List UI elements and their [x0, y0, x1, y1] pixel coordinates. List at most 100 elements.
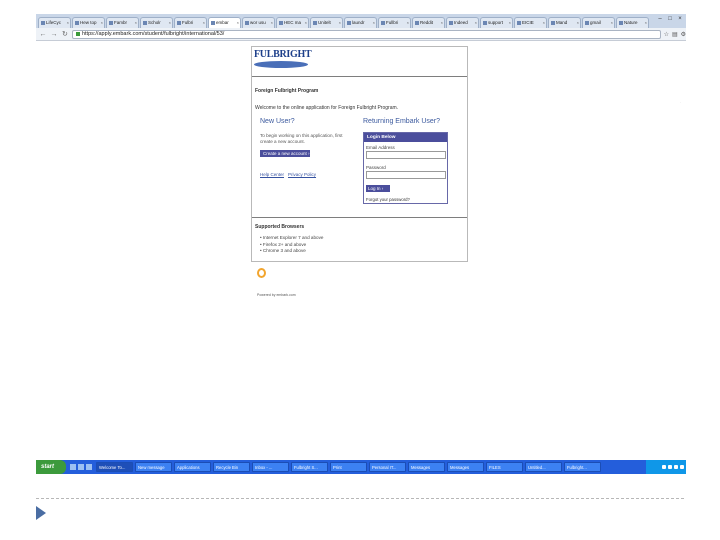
- page-content: FULBRIGHT Foreign Fulbright Program Welc…: [36, 42, 686, 460]
- browser-tab[interactable]: support ×: [480, 17, 513, 28]
- tab-label: HEC ma: [284, 20, 302, 25]
- divider: [252, 76, 467, 77]
- close-tab-icon[interactable]: ×: [441, 18, 444, 28]
- browser-tab[interactable]: laundr ×: [344, 17, 377, 28]
- reload-icon[interactable]: ↻: [61, 30, 69, 38]
- close-tab-icon[interactable]: ×: [645, 18, 648, 28]
- tab-label: support: [488, 20, 504, 25]
- logo-text: FULBRIGHT: [254, 49, 312, 60]
- tray-icon[interactable]: [662, 465, 666, 469]
- forward-icon[interactable]: →: [50, 31, 58, 38]
- browser-tab[interactable]: Fambr ×: [106, 17, 139, 28]
- close-tab-icon[interactable]: ×: [135, 18, 138, 28]
- close-tab-icon[interactable]: ×: [407, 18, 410, 28]
- tray-icon[interactable]: [668, 465, 672, 469]
- new-user-heading: New User?: [260, 118, 295, 125]
- favicon-icon: [245, 21, 249, 25]
- browser-tab[interactable]: Reddit ×: [412, 17, 445, 28]
- taskbar-item[interactable]: FILES: [486, 462, 523, 472]
- logo-oval: [254, 61, 308, 68]
- new-user-instructions: To begin working on this application, fi…: [260, 133, 355, 145]
- create-account-button[interactable]: Create a new account ›: [260, 150, 310, 157]
- taskbar-item[interactable]: Untitled...: [525, 462, 562, 472]
- close-tab-icon[interactable]: ×: [67, 18, 70, 28]
- tab-label: LifeCyc: [46, 20, 62, 25]
- close-tab-icon[interactable]: ×: [475, 18, 478, 28]
- tab-label: Indeed: [454, 20, 468, 25]
- login-button[interactable]: Log In ›: [366, 185, 390, 192]
- wrench-icon[interactable]: ⚙: [681, 31, 686, 38]
- privacy-policy-link[interactable]: Privacy Policy: [288, 172, 316, 177]
- browser-tab[interactable]: Unitelt ×: [310, 17, 343, 28]
- email-field[interactable]: [366, 151, 446, 159]
- browser-tab[interactable]: LifeCyc ×: [38, 17, 71, 28]
- tab-label: Scholr: [148, 20, 161, 25]
- close-tab-icon[interactable]: ×: [611, 18, 614, 28]
- close-tab-icon[interactable]: ×: [101, 18, 104, 28]
- favicon-icon: [279, 21, 283, 25]
- back-icon[interactable]: ←: [39, 31, 47, 38]
- browser-tab[interactable]: Fulbri ×: [174, 17, 207, 28]
- slide-divider: [36, 498, 684, 499]
- tab-label: Fullbri: [386, 20, 399, 25]
- address-bar[interactable]: https://apply.embark.com/student/fulbrig…: [71, 29, 661, 39]
- bookmark-star-icon[interactable]: ☆: [664, 31, 669, 38]
- browser-tab[interactable]: embar ×: [208, 17, 241, 28]
- tab-label: Fulbri: [182, 20, 194, 25]
- browser-tab[interactable]: Scholr ×: [140, 17, 173, 28]
- close-tab-icon[interactable]: ×: [305, 18, 308, 28]
- taskbar-item[interactable]: Applications: [174, 462, 211, 472]
- tray-icon[interactable]: [674, 465, 678, 469]
- taskbar-item[interactable]: Messages: [447, 462, 484, 472]
- browser-tab[interactable]: Fullbri ×: [378, 17, 411, 28]
- taskbar-item[interactable]: Personal IT...: [369, 462, 406, 472]
- ie-icon[interactable]: [70, 464, 76, 470]
- close-window-button[interactable]: ×: [676, 16, 684, 23]
- favicon-icon: [177, 21, 181, 25]
- email-label: Email Address: [366, 145, 395, 150]
- password-field[interactable]: [366, 171, 446, 179]
- browser-tab[interactable]: Mand ×: [548, 17, 581, 28]
- taskbar-item[interactable]: Print: [330, 462, 367, 472]
- tray-icon[interactable]: [680, 465, 684, 469]
- taskbar-item[interactable]: Fulbright S...: [291, 462, 328, 472]
- close-tab-icon[interactable]: ×: [271, 18, 274, 28]
- browser-tab[interactable]: wor usu ×: [242, 17, 275, 28]
- supported-browsers-title: Supported Browsers: [255, 224, 305, 230]
- outlook-icon[interactable]: [86, 464, 92, 470]
- close-tab-icon[interactable]: ×: [203, 18, 206, 28]
- taskbar-item[interactable]: Recycle Bin: [213, 462, 250, 472]
- tab-label: Reddit: [420, 20, 434, 25]
- fulbright-logo: FULBRIGHT: [254, 49, 314, 71]
- close-tab-icon[interactable]: ×: [169, 18, 172, 28]
- forgot-password-link[interactable]: Forgot your password?: [366, 197, 410, 202]
- close-tab-icon[interactable]: ×: [543, 18, 546, 28]
- favicon-icon: [517, 21, 521, 25]
- tab-label: laundr: [352, 20, 365, 25]
- taskbar-item[interactable]: Messages: [408, 462, 445, 472]
- password-label: Password: [366, 165, 386, 170]
- close-tab-icon[interactable]: ×: [577, 18, 580, 28]
- close-tab-icon[interactable]: ×: [509, 18, 512, 28]
- browser-tab[interactable]: EICIE ×: [514, 17, 547, 28]
- browser-tab[interactable]: gmail ×: [582, 17, 615, 28]
- close-tab-icon[interactable]: ×: [237, 18, 240, 28]
- browser-tab[interactable]: Indeed ×: [446, 17, 479, 28]
- system-tray: [646, 460, 686, 474]
- help-center-link[interactable]: Help Center: [260, 172, 284, 177]
- taskbar-item[interactable]: Fulbright...: [564, 462, 601, 472]
- start-button[interactable]: start: [36, 460, 66, 474]
- chrome-icon[interactable]: [78, 464, 84, 470]
- browser-tab[interactable]: Nature ×: [616, 17, 649, 28]
- favicon-icon: [313, 21, 317, 25]
- maximize-button[interactable]: □: [666, 16, 674, 23]
- browser-tab[interactable]: HEC ma ×: [276, 17, 309, 28]
- browser-tab[interactable]: Hew top ×: [72, 17, 105, 28]
- page-menu-icon[interactable]: ▤: [672, 31, 678, 38]
- close-tab-icon[interactable]: ×: [373, 18, 376, 28]
- close-tab-icon[interactable]: ×: [339, 18, 342, 28]
- taskbar-item[interactable]: Welcome To...: [96, 462, 133, 472]
- taskbar-item[interactable]: New message: [135, 462, 172, 472]
- taskbar-item[interactable]: Inbox - ...: [252, 462, 289, 472]
- minimize-button[interactable]: –: [656, 16, 664, 23]
